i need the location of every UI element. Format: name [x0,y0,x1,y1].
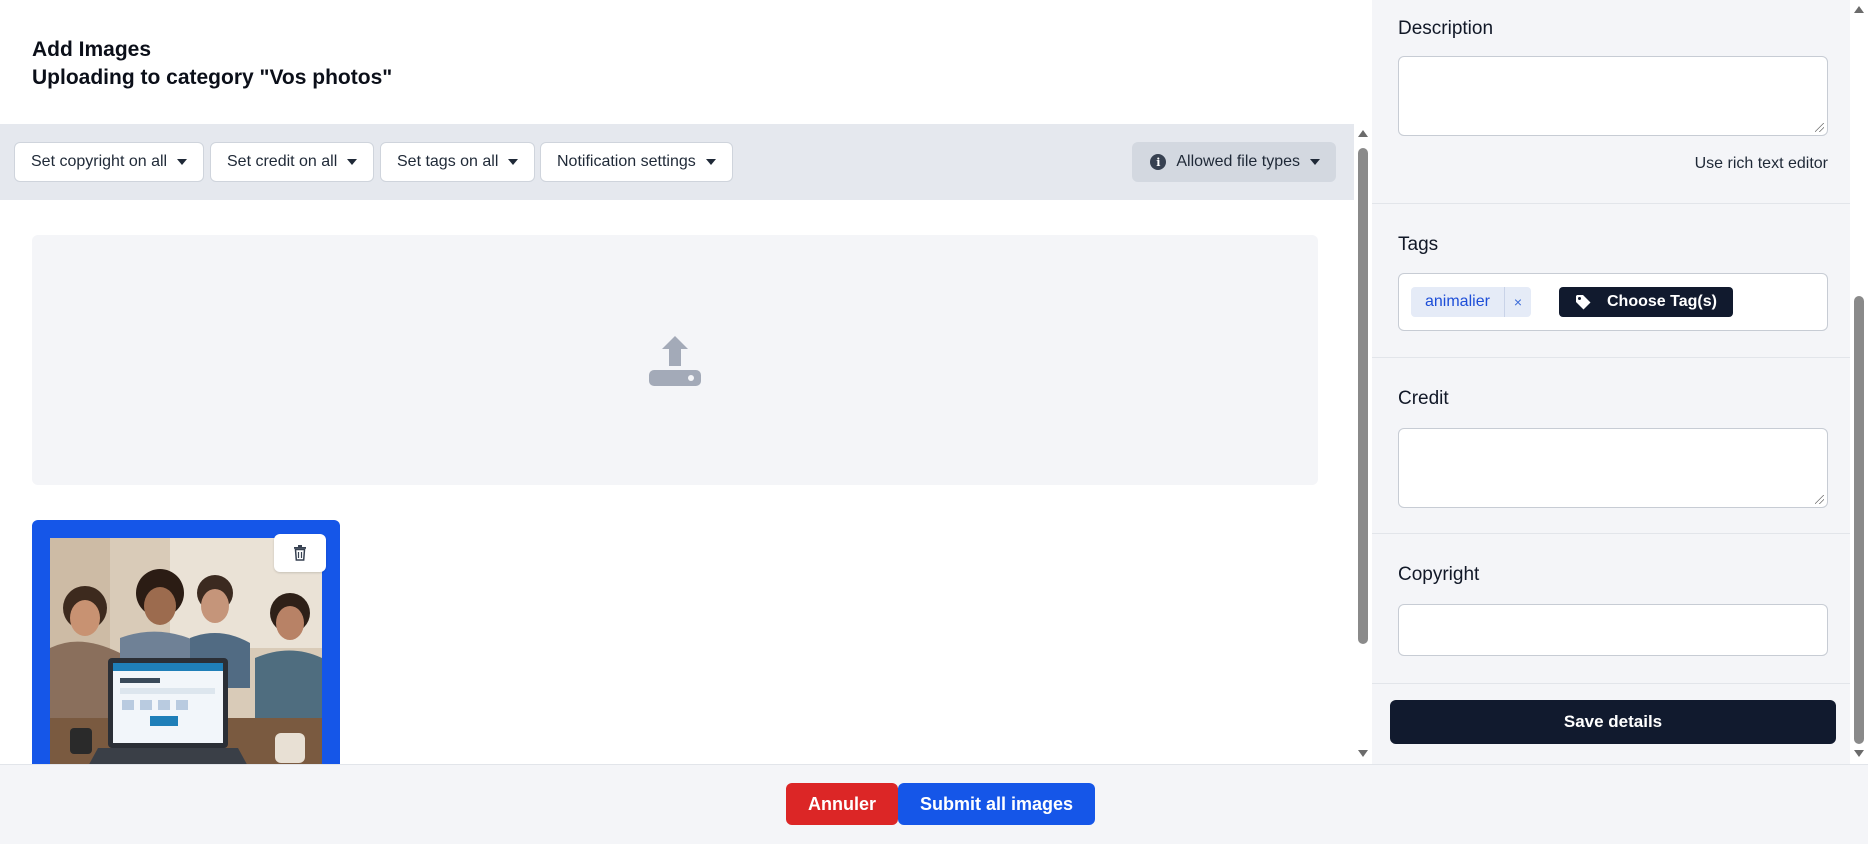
cancel-button[interactable]: Annuler [786,783,899,825]
remove-tag-button[interactable]: × [1503,287,1531,317]
copyright-label: Copyright [1398,564,1480,585]
upload-icon [649,336,701,386]
caret-down-icon [508,159,519,165]
set-copyright-all-button[interactable]: Set copyright on all [14,142,205,182]
description-textarea[interactable] [1398,56,1828,136]
allowed-file-types-label: Allowed file types [1176,153,1300,170]
scroll-down-arrow[interactable] [1358,750,1368,757]
main-panel: Add Images Uploading to category "Vos ph… [0,0,1372,764]
scrollbar-thumb[interactable] [1854,296,1864,744]
caret-down-icon [347,159,358,165]
copyright-input[interactable] [1398,604,1828,656]
save-details-button[interactable]: Save details [1390,700,1836,744]
resize-handle-icon[interactable] [1815,495,1824,504]
page-header: Add Images Uploading to category "Vos ph… [32,36,392,92]
page-subtitle: Uploading to category "Vos photos" [32,66,393,89]
credit-section: Credit [1372,358,1850,534]
caret-down-icon [1310,159,1320,165]
page-title: Add Images [32,38,152,61]
set-tags-all-button[interactable]: Set tags on all [380,142,536,182]
resize-handle-icon[interactable] [1815,123,1824,132]
description-section: Description Use rich text editor [1372,0,1850,204]
image-details-panel: Description Use rich text editor Tags an… [1372,0,1868,764]
caret-down-icon [705,159,716,165]
set-copyright-all-label: Set copyright on all [31,153,168,170]
scroll-up-arrow[interactable] [1358,130,1368,137]
set-credit-all-button[interactable]: Set credit on all [210,142,375,182]
info-icon: i [1150,154,1167,170]
delete-image-button[interactable] [274,534,326,572]
bulk-actions-toolbar: Set copyright on all Set credit on all S… [0,124,1354,200]
upload-dropzone[interactable] [32,235,1318,485]
choose-tags-label: Choose Tag(s) [1607,293,1717,310]
trash-icon [294,545,306,561]
credit-label: Credit [1398,388,1449,409]
submit-all-button[interactable]: Submit all images [898,783,1096,825]
scroll-down-arrow[interactable] [1854,750,1864,757]
set-credit-all-label: Set credit on all [227,153,338,170]
tags-input[interactable]: animalier × Choose Tag(s) [1398,273,1828,331]
tag-chip: animalier × [1411,287,1532,317]
allowed-file-types-button[interactable]: i Allowed file types [1132,142,1336,182]
selected-image-card[interactable] [32,520,340,764]
main-scrollbar[interactable] [1354,124,1372,764]
upload-modal: Add Images Uploading to category "Vos ph… [0,0,1868,844]
tag-icon [1576,295,1591,310]
notification-settings-button[interactable]: Notification settings [540,142,733,182]
description-label: Description [1398,18,1494,39]
copyright-section: Copyright [1372,534,1850,684]
credit-textarea[interactable] [1398,428,1828,508]
tag-chip-label: animalier [1425,293,1490,310]
tags-label: Tags [1398,234,1439,255]
choose-tags-button[interactable]: Choose Tag(s) [1559,287,1733,317]
set-tags-all-label: Set tags on all [397,153,499,170]
scrollbar-thumb[interactable] [1358,148,1368,644]
scroll-up-arrow[interactable] [1854,6,1864,13]
caret-down-icon [177,159,188,165]
modal-footer: Annuler Submit all images [0,764,1868,844]
notification-settings-label: Notification settings [557,153,696,170]
rich-text-editor-link[interactable]: Use rich text editor [1695,155,1828,173]
panel-scrollbar[interactable] [1850,0,1868,764]
